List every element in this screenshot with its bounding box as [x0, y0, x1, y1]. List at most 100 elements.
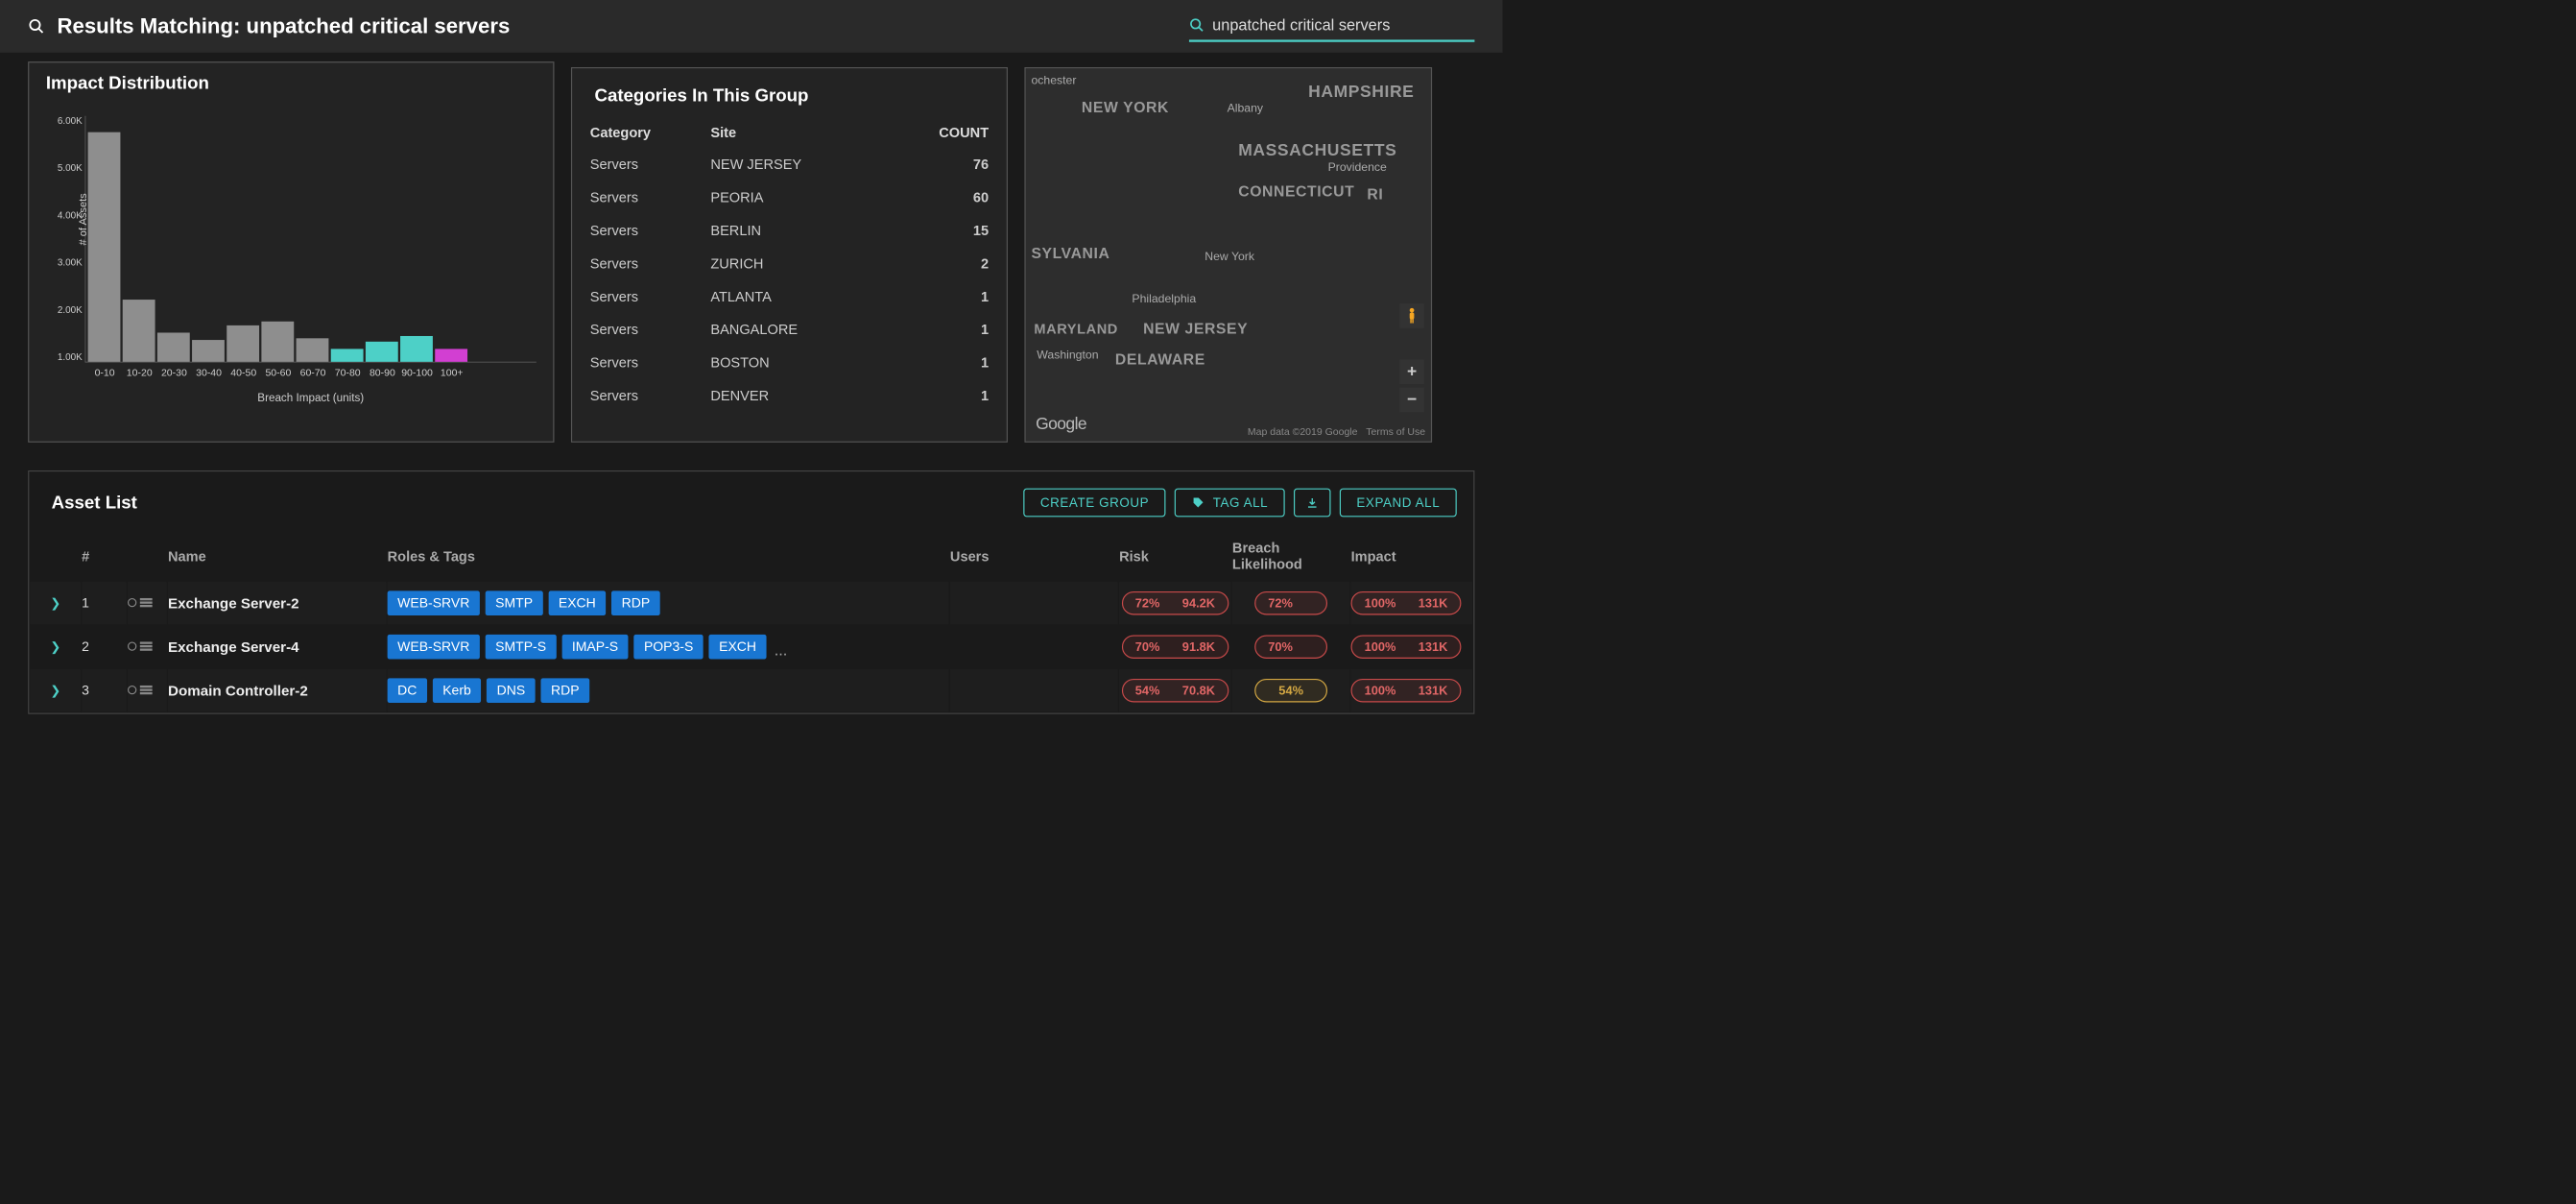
panel-title: Categories In This Group	[589, 85, 990, 107]
zoom-in-button[interactable]: +	[1399, 359, 1424, 384]
risk-pill[interactable]: 70%91.8K	[1122, 635, 1228, 658]
col-name: Name	[168, 533, 386, 581]
role-tag[interactable]: RDP	[540, 678, 589, 703]
category-row[interactable]: ServersNEW JERSEY76	[590, 149, 989, 181]
panel-title: Asset List	[52, 493, 137, 514]
expand-all-button[interactable]: EXPAND ALL	[1340, 489, 1457, 518]
role-tag[interactable]: WEB-SRVR	[388, 590, 480, 615]
role-tag[interactable]: RDP	[611, 590, 660, 615]
chart-bar	[157, 332, 190, 361]
role-tag[interactable]: WEB-SRVR	[388, 635, 480, 660]
role-tag[interactable]: SMTP-S	[486, 635, 557, 660]
asset-tags: WEB-SRVRSMTPEXCHRDP	[388, 582, 949, 624]
chart-bar	[435, 349, 467, 362]
risk-pill[interactable]: 54%70.8K	[1122, 679, 1228, 702]
asset-users	[950, 669, 1118, 711]
impact-pill[interactable]: 100%131K	[1351, 679, 1462, 702]
categories-table: Category Site COUNT ServersNEW JERSEY76S…	[589, 117, 990, 414]
map-city-label: Philadelphia	[1132, 292, 1196, 305]
breach-pill[interactable]: 72%	[1254, 591, 1327, 614]
map-panel[interactable]: + − Google Map data ©2019 Google Terms o…	[1024, 67, 1432, 443]
chart-xlabel: Breach Impact (units)	[85, 392, 537, 404]
download-button[interactable]	[1294, 489, 1330, 518]
map-region-label: NEW YORK	[1082, 99, 1169, 116]
chart-bar	[331, 349, 364, 362]
asset-tags: DCKerbDNSRDP	[388, 669, 949, 711]
panel-title: Impact Distribution	[46, 73, 537, 94]
col-count: COUNT	[891, 118, 989, 148]
breach-pill[interactable]: 70%	[1254, 635, 1327, 658]
expand-row-chevron[interactable]: ❯	[30, 626, 80, 668]
search-input[interactable]	[1212, 16, 1474, 35]
risk-pill[interactable]: 72%94.2K	[1122, 591, 1228, 614]
tag-all-button[interactable]: TAG ALL	[1175, 489, 1285, 518]
map-region-label: CONNECTICUT	[1238, 183, 1354, 201]
impact-distribution-panel: Impact Distribution # of Assets 1.00K2.0…	[28, 61, 554, 443]
role-tag[interactable]: DNS	[487, 678, 536, 703]
category-row[interactable]: ServersATLANTA1	[590, 281, 989, 313]
asset-list-panel: Asset List CREATE GROUP TAG ALL EXPAND A…	[28, 470, 1474, 714]
col-impact: Impact	[1351, 533, 1473, 581]
asset-users	[950, 582, 1118, 624]
zoom-out-button[interactable]: −	[1399, 388, 1424, 413]
col-site: Site	[710, 118, 890, 148]
impact-pill[interactable]: 100%131K	[1351, 635, 1462, 658]
asset-type-icon	[128, 582, 167, 624]
asset-row: ❯ 3 Domain Controller-2 DCKerbDNSRDP 54%…	[30, 669, 1472, 711]
chart-bar	[400, 336, 433, 362]
chart-bar	[88, 132, 121, 362]
category-row[interactable]: ServersDENVER1	[590, 380, 989, 412]
asset-row: ❯ 1 Exchange Server-2 WEB-SRVRSMTPEXCHRD…	[30, 582, 1472, 624]
streetview-pegman-icon[interactable]	[1399, 303, 1424, 328]
asset-name[interactable]: Domain Controller-2	[168, 669, 386, 711]
asset-type-icon	[128, 669, 167, 711]
asset-name[interactable]: Exchange Server-4	[168, 626, 386, 668]
role-tag[interactable]: DC	[388, 678, 427, 703]
asset-name[interactable]: Exchange Server-2	[168, 582, 386, 624]
role-tag[interactable]: IMAP-S	[561, 635, 628, 660]
map-region-label: DELAWARE	[1115, 351, 1205, 369]
results-header: Results Matching: unpatched critical ser…	[0, 0, 1503, 53]
col-number: #	[82, 533, 127, 581]
page-title: Results Matching: unpatched critical ser…	[57, 14, 510, 38]
map-city-label: Washington	[1037, 349, 1098, 362]
breach-pill[interactable]: 54%	[1254, 679, 1327, 702]
asset-row: ❯ 2 Exchange Server-4 WEB-SRVRSMTP-SIMAP…	[30, 626, 1472, 668]
col-roles: Roles & Tags	[388, 533, 949, 581]
impact-pill[interactable]: 100%131K	[1351, 591, 1462, 614]
role-tag[interactable]: SMTP	[486, 590, 543, 615]
map-city-label: Providence	[1328, 160, 1387, 174]
row-number: 1	[82, 582, 127, 624]
row-number: 2	[82, 626, 127, 668]
chart-yticks: 1.00K2.00K3.00K4.00K5.00K6.00K	[52, 116, 82, 362]
categories-panel: Categories In This Group Category Site C…	[571, 67, 1008, 443]
search-icon	[1189, 16, 1205, 33]
col-users: Users	[950, 533, 1118, 581]
search-icon	[28, 18, 44, 35]
map-region-label: MARYLAND	[1034, 322, 1118, 338]
chart-bar	[297, 338, 329, 362]
category-row[interactable]: ServersBANGALORE1	[590, 314, 989, 346]
col-category: Category	[590, 118, 709, 148]
map-region-label: HAMPSHIRE	[1308, 83, 1414, 102]
category-row[interactable]: ServersBERLIN15	[590, 215, 989, 247]
category-row[interactable]: ServersBOSTON1	[590, 348, 989, 379]
category-row[interactable]: ServersPEORIA60	[590, 182, 989, 214]
role-tag[interactable]: POP3-S	[633, 635, 703, 660]
role-tag[interactable]: EXCH	[709, 635, 767, 660]
expand-row-chevron[interactable]: ❯	[30, 582, 80, 624]
google-logo: Google	[1036, 415, 1086, 434]
search-box[interactable]	[1189, 11, 1474, 42]
map-city-label: New York	[1205, 251, 1254, 264]
chart-bar	[261, 322, 294, 362]
category-row[interactable]: ServersZURICH2	[590, 248, 989, 279]
chart-bar	[366, 342, 398, 362]
impact-bar-chart: # of Assets 1.00K2.00K3.00K4.00K5.00K6.0…	[85, 116, 537, 363]
role-tag[interactable]: Kerb	[433, 678, 482, 703]
role-tag[interactable]: EXCH	[548, 590, 606, 615]
row-number: 3	[82, 669, 127, 711]
create-group-button[interactable]: CREATE GROUP	[1023, 489, 1165, 518]
more-tags-ellipsis[interactable]: ...	[775, 641, 788, 659]
asset-tags: WEB-SRVRSMTP-SIMAP-SPOP3-SEXCH...	[388, 626, 949, 668]
expand-row-chevron[interactable]: ❯	[30, 669, 80, 711]
